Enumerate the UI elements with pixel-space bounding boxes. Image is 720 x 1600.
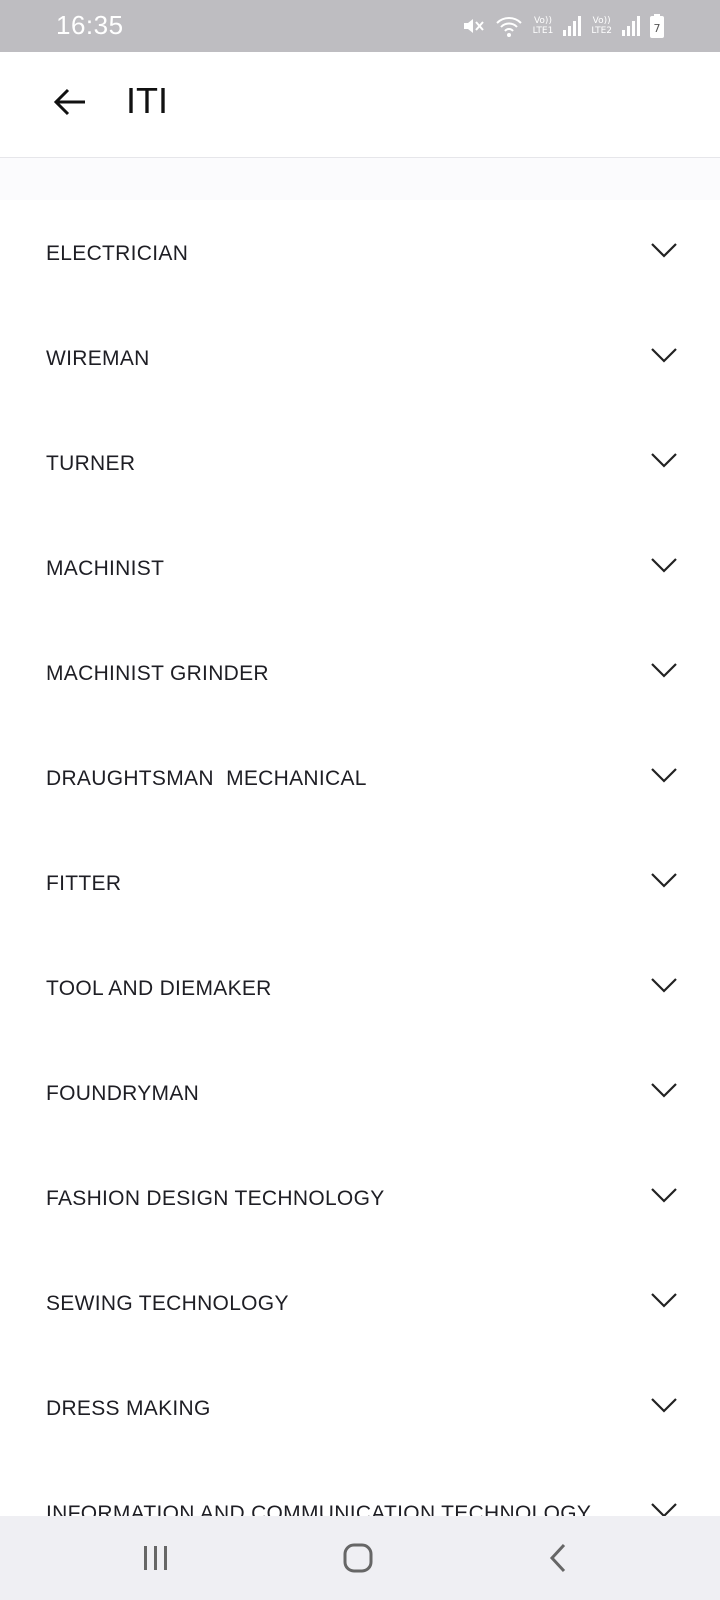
trade-label: MACHINIST GRINDER — [46, 662, 269, 685]
back-button[interactable] — [48, 80, 92, 124]
trade-list-item[interactable]: DRESS MAKING — [0, 1355, 720, 1460]
trade-list-item[interactable]: INFORMATION AND COMMUNICATION TECHNOLOGY — [0, 1460, 720, 1520]
trade-list-item[interactable]: TURNER — [0, 410, 720, 515]
nav-back-button[interactable] — [528, 1536, 588, 1580]
trade-list-item[interactable]: FOUNDRYMAN — [0, 1040, 720, 1145]
sim2-label: Vo)) LTE2 — [591, 16, 612, 36]
mute-icon — [461, 14, 485, 38]
chevron-down-icon[interactable] — [650, 765, 678, 785]
chevron-down-icon[interactable] — [650, 870, 678, 890]
trade-label: TOOL AND DIEMAKER — [46, 977, 272, 1000]
chevron-down-icon[interactable] — [650, 975, 678, 995]
back-icon — [549, 1543, 566, 1573]
chevron-down-icon[interactable] — [650, 1080, 678, 1100]
chevron-down-icon[interactable] — [650, 555, 678, 575]
trade-list-item[interactable]: TOOL AND DIEMAKER — [0, 935, 720, 1040]
back-arrow-icon — [53, 88, 85, 116]
recent-apps-icon — [144, 1546, 167, 1570]
recent-apps-button[interactable] — [126, 1536, 186, 1580]
trade-label: TURNER — [46, 452, 136, 475]
trade-label: ELECTRICIAN — [46, 242, 189, 265]
chevron-down-icon[interactable] — [650, 1395, 678, 1415]
trade-list-item[interactable]: FASHION DESIGN TECHNOLOGY — [0, 1145, 720, 1250]
trade-label: DRESS MAKING — [46, 1397, 211, 1420]
navigation-bar — [0, 1516, 720, 1600]
trade-list-item[interactable]: DRAUGHTSMAN MECHANICAL — [0, 725, 720, 830]
trade-label: FITTER — [46, 872, 122, 895]
page-title: ITI — [126, 80, 168, 121]
chevron-down-icon[interactable] — [650, 240, 678, 260]
signal-icon — [622, 16, 640, 36]
chevron-down-icon[interactable] — [650, 1185, 678, 1205]
chevron-down-icon[interactable] — [650, 450, 678, 470]
trade-list: ELECTRICIAN WIREMAN TURNER MACHINIST MACHINI… — [0, 200, 720, 1520]
app-bar: ITI — [0, 52, 720, 158]
status-time: 16:35 — [56, 10, 124, 40]
trade-label: MACHINIST — [46, 557, 165, 580]
home-button[interactable] — [328, 1536, 388, 1580]
chevron-down-icon[interactable] — [650, 345, 678, 365]
status-icons: Vo)) LTE1 Vo)) LTE2 7 — [461, 12, 664, 40]
signal-icon — [563, 16, 582, 36]
chevron-down-icon[interactable] — [650, 1290, 678, 1310]
wifi-icon — [495, 14, 523, 38]
trade-label: FASHION DESIGN TECHNOLOGY — [46, 1187, 385, 1210]
trade-list-item[interactable]: WIREMAN — [0, 305, 720, 410]
trade-label: SEWING TECHNOLOGY — [46, 1292, 289, 1315]
trade-list-item[interactable]: FITTER — [0, 830, 720, 935]
sim1-label: Vo)) LTE1 — [532, 16, 554, 36]
trade-list-item[interactable]: MACHINIST — [0, 515, 720, 620]
battery-level: 7 — [654, 22, 661, 35]
trade-label: DRAUGHTSMAN MECHANICAL — [46, 767, 367, 790]
trade-list-item[interactable]: ELECTRICIAN — [0, 200, 720, 305]
chevron-down-icon[interactable] — [650, 660, 678, 680]
trade-list-item[interactable]: SEWING TECHNOLOGY — [0, 1250, 720, 1355]
trade-label: WIREMAN — [46, 347, 150, 370]
status-bar: 16:35 Vo)) LTE1 Vo)) LTE2 7 — [0, 0, 720, 52]
trade-list-item[interactable]: MACHINIST GRINDER — [0, 620, 720, 725]
trade-label: FOUNDRYMAN — [46, 1082, 200, 1105]
home-icon — [343, 1543, 373, 1573]
battery-icon: 7 — [650, 14, 664, 38]
